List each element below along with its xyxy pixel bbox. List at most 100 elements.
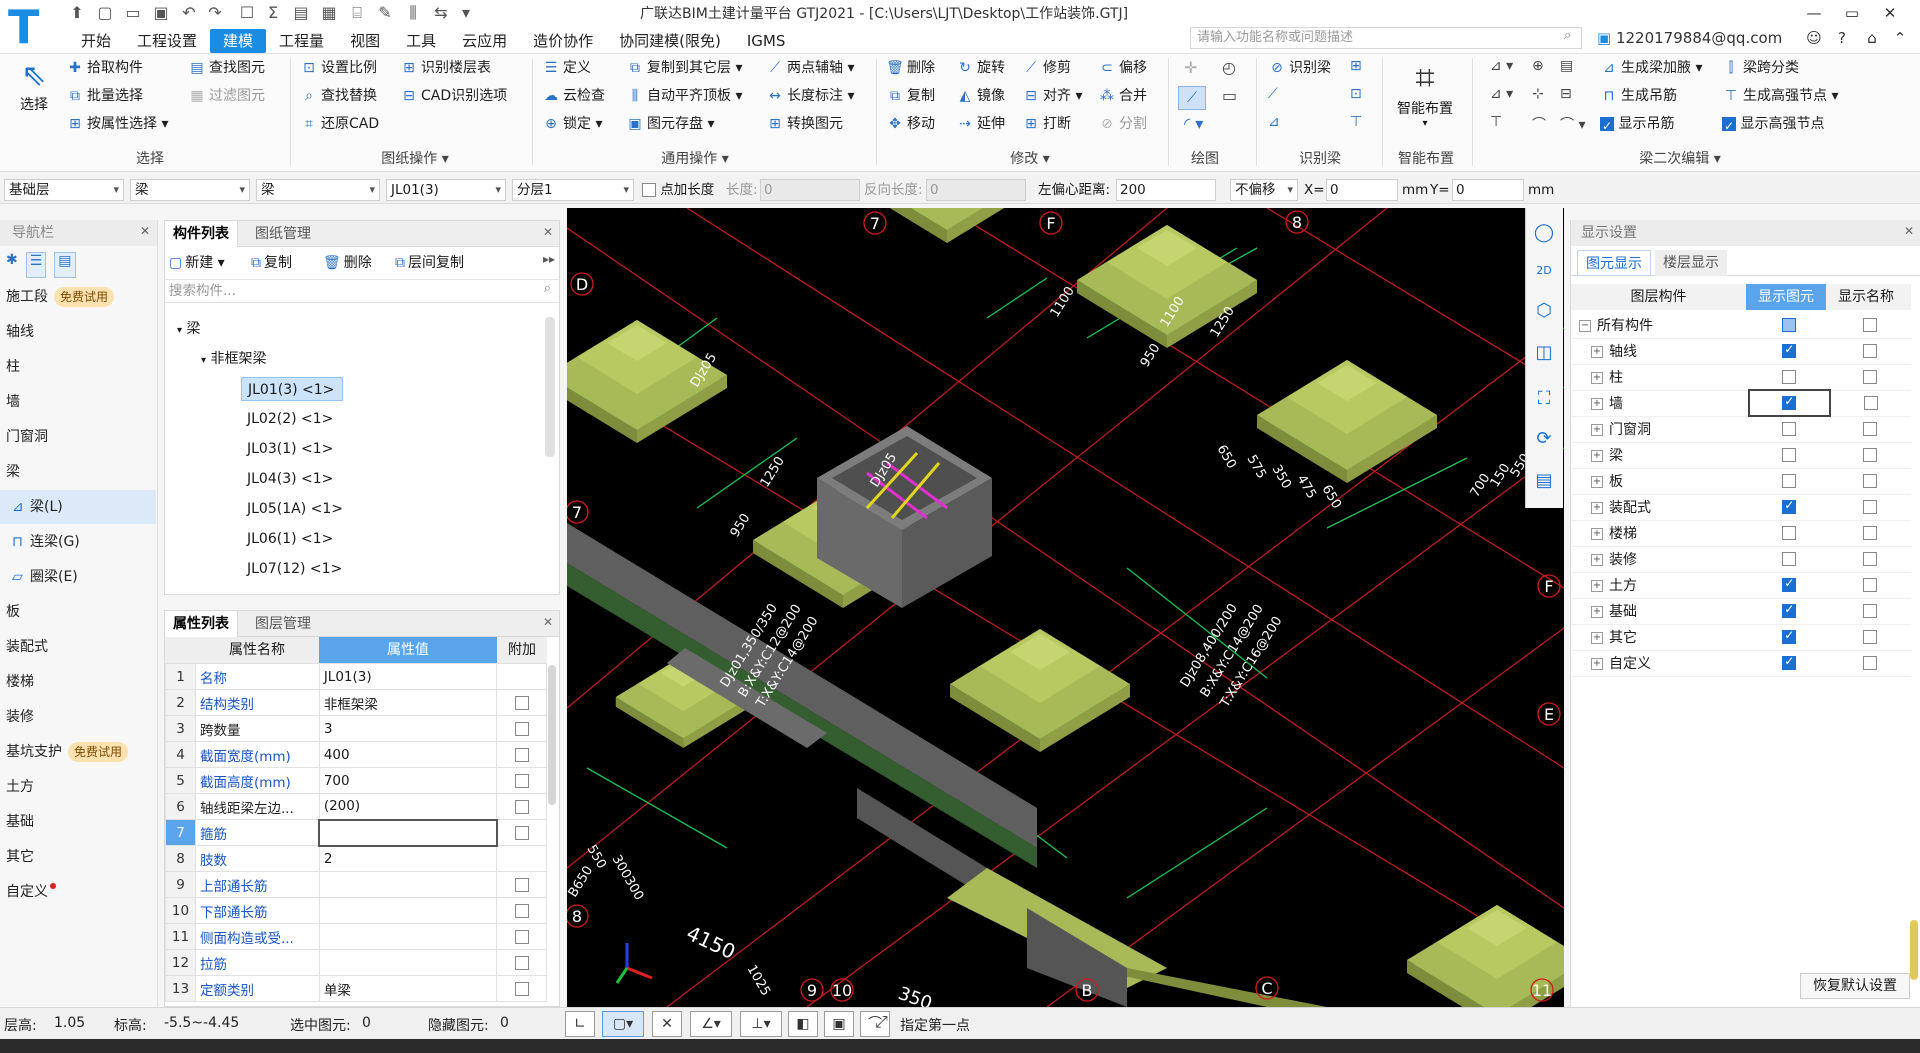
property-extra[interactable] (496, 663, 547, 690)
extra-checkbox[interactable] (514, 773, 529, 788)
convert-element-button[interactable]: ⊞ 转换图元 (766, 113, 843, 135)
extra-checkbox[interactable] (514, 825, 529, 840)
rotate-button[interactable]: ↻ 旋转 (956, 57, 1005, 79)
property-value[interactable]: 3 (318, 715, 498, 742)
property-row[interactable]: 10 下部通长筋 (165, 897, 547, 924)
search-icon[interactable]: ⌕ (1564, 28, 1571, 43)
display-row[interactable]: + 梁 (1571, 442, 1911, 469)
nav-pin-icon[interactable]: ✱ (6, 252, 18, 278)
show-name-checkbox[interactable] (1863, 344, 1878, 358)
display-row[interactable]: + 土方 (1571, 572, 1911, 599)
property-extra[interactable] (496, 741, 547, 768)
property-value[interactable]: JL01(3) (318, 663, 498, 690)
layer-toggle-icon[interactable]: ◧ (788, 1011, 818, 1037)
show-name-checkbox[interactable] (1863, 526, 1878, 540)
component-item-2[interactable]: JL03(1) <1> (241, 437, 341, 461)
ortho-icon[interactable]: ∟ (565, 1011, 595, 1037)
display-row[interactable]: + 墙 (1571, 389, 1911, 417)
tab-layer-management[interactable]: 图层管理 (247, 611, 319, 637)
display-close-icon[interactable]: ✕ (1904, 224, 1914, 238)
extra-checkbox[interactable] (514, 721, 529, 736)
nav-item-17[interactable]: 自定义 (0, 875, 156, 909)
display-row[interactable]: + 楼梯 (1571, 520, 1911, 547)
lock-button[interactable]: ⊕ 锁定 ▾ (542, 113, 602, 135)
display-row[interactable]: + 门窗洞 (1571, 416, 1911, 443)
extra-checkbox[interactable] (514, 747, 529, 762)
set-scale-button[interactable]: ⊡ 设置比例 (300, 57, 377, 79)
show-element-checkbox[interactable] (1782, 474, 1797, 488)
property-extra[interactable] (496, 871, 547, 898)
display-row[interactable]: + 轴线 (1571, 338, 1911, 365)
property-row[interactable]: 9 上部通长筋 (165, 871, 547, 898)
expand-icon[interactable]: + (1591, 528, 1603, 540)
nav-item-2[interactable]: 柱 (0, 350, 156, 384)
3d-viewport[interactable]: 7 D F 8 F E C 8 9 10 11 7 B DJz05 DJz05 … (567, 208, 1564, 1007)
extend-button[interactable]: ⇢ 延伸 (956, 113, 1005, 135)
view-cube-icon[interactable]: ◫ (1529, 338, 1559, 368)
gen-hanger-button[interactable]: ⊓ 生成吊筋 (1600, 85, 1677, 107)
copy-button[interactable]: ⧉ 复制 (886, 85, 935, 107)
nav-item-5[interactable]: 梁 (0, 455, 156, 489)
cad-icon[interactable]: ⌸ (346, 2, 368, 24)
show-element-checkbox[interactable] (1782, 422, 1797, 437)
component-scrollbar[interactable] (545, 317, 555, 457)
menu-0[interactable]: 开始 (68, 29, 124, 53)
show-element-checkbox[interactable] (1782, 317, 1797, 332)
nav-item-13[interactable]: 基坑支护 免费试用 (0, 735, 156, 769)
nav-item-0[interactable]: 施工段 免费试用 (0, 280, 156, 314)
open-icon[interactable]: ⬆ (66, 2, 88, 24)
component-item-3[interactable]: JL04(3) <1> (241, 467, 341, 491)
point-length-checkbox[interactable]: 点加长度 (642, 179, 714, 201)
split-button[interactable]: ⊘ 分割 (1098, 113, 1147, 135)
dim-toggle-icon[interactable]: ⊥▾ (740, 1011, 782, 1037)
identify-beam-button[interactable]: ⊘ 识别梁 (1268, 57, 1331, 79)
beam-tool6-icon[interactable]: ⊟ (1560, 86, 1572, 102)
new-file-icon[interactable]: ▢ (94, 2, 116, 24)
mirror-button[interactable]: ◭ 镜像 (956, 85, 1005, 107)
expand-icon[interactable]: + (1591, 346, 1603, 358)
menu-1[interactable]: 工程设置 (124, 29, 210, 53)
property-row[interactable]: 13 定额类别 单梁 (165, 975, 547, 1002)
formula-icon[interactable]: Σ (262, 2, 284, 24)
property-extra[interactable] (496, 897, 547, 924)
find-element-button[interactable]: ▤ 查找图元 (188, 57, 265, 79)
property-extra[interactable] (496, 793, 547, 820)
view-orbit-icon[interactable]: ◯ (1529, 218, 1559, 248)
show-name-checkbox[interactable] (1863, 370, 1878, 384)
menu-5[interactable]: 工具 (393, 29, 449, 53)
property-row[interactable]: 3 跨数量 3 (165, 715, 547, 742)
property-row[interactable]: 8 肢数 2 (165, 845, 547, 872)
extra-checkbox[interactable] (514, 955, 529, 970)
menu-2[interactable]: 建模 (210, 29, 267, 53)
footing-3[interactable] (1257, 360, 1437, 483)
property-value[interactable]: 700 (318, 767, 498, 794)
nav-item-6[interactable]: ⊿ 梁(L) (0, 490, 156, 524)
cad-options-button[interactable]: ⊟ CAD识别选项 (400, 85, 507, 107)
panel-close-icon[interactable]: ✕ (543, 615, 553, 629)
extra-checkbox[interactable] (514, 877, 529, 892)
menu-8[interactable]: 协同建模(限免) (606, 29, 734, 53)
property-row[interactable]: 1 名称 JL01(3) (165, 663, 547, 690)
expand-icon[interactable]: + (1591, 502, 1603, 514)
home-icon[interactable]: ⌂ (1860, 27, 1884, 49)
property-row[interactable]: 4 截面宽度(mm) 400 (165, 741, 547, 768)
component-item-1[interactable]: JL02(2) <1> (241, 407, 341, 431)
component-item-5[interactable]: JL06(1) <1> (241, 527, 341, 551)
expand-icon[interactable]: + (1591, 372, 1603, 384)
show-element-checkbox[interactable] (1782, 526, 1797, 540)
find-replace-button[interactable]: ⌕ 查找替换 (300, 85, 377, 107)
show-name-checkbox[interactable] (1863, 552, 1878, 566)
auto-align-slab-button[interactable]: ⫼ 自动平齐顶板 ▾ (626, 85, 743, 107)
property-row[interactable]: 6 轴线距梁左边... (200) (165, 793, 547, 820)
nav-item-7[interactable]: ⊓ 连梁(G) (0, 525, 156, 559)
reverse-length-input[interactable]: 0 (926, 179, 1026, 201)
length-input[interactable]: 0 (760, 179, 860, 201)
define-button[interactable]: ☰ 定义 (542, 57, 591, 79)
move-button[interactable]: ✥ 移动 (886, 113, 935, 135)
restore-cad-button[interactable]: ⌗ 还原CAD (300, 113, 379, 135)
menu-6[interactable]: 云应用 (449, 29, 520, 53)
snap-icon[interactable]: ▢▾ (602, 1011, 644, 1037)
save-element-button[interactable]: ▣ 图元存盘 ▾ (626, 113, 714, 135)
nav-item-8[interactable]: ▱ 圈梁(E) (0, 560, 156, 594)
tab-drawing-management[interactable]: 图纸管理 (247, 221, 319, 247)
